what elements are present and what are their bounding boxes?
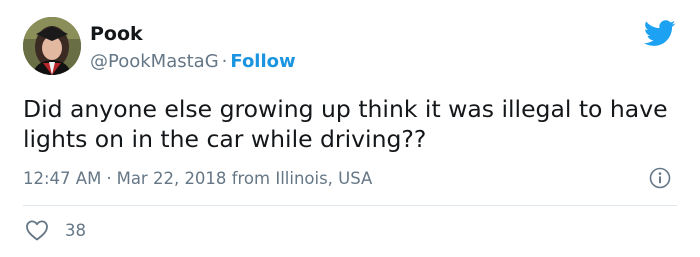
avatar-image	[23, 17, 81, 75]
divider	[23, 205, 677, 206]
like-count: 38	[65, 221, 86, 240]
twitter-bird-icon[interactable]	[644, 20, 676, 47]
tweet-location: from Illinois, USA	[231, 169, 373, 188]
separator-dot: ·	[221, 51, 228, 72]
heart-icon[interactable]	[25, 219, 49, 241]
tweet-text: Did anyone else growing up think it was …	[23, 95, 668, 153]
handle-row: @PookMastaG · Follow	[90, 50, 296, 74]
author-handle[interactable]: @PookMastaG	[90, 51, 219, 72]
author-name[interactable]: Pook	[90, 22, 143, 46]
info-icon[interactable]	[649, 167, 671, 189]
tweet-card: Pook @PookMastaG · Follow Did anyone else …	[0, 0, 700, 257]
tweet-metadata: 12:47 AM · Mar 22, 2018 from Illinois, USA	[23, 168, 372, 190]
follow-button[interactable]: Follow	[230, 51, 295, 72]
tweet-date[interactable]: Mar 22, 2018	[117, 169, 227, 188]
tweet-time[interactable]: 12:47 AM	[23, 169, 101, 188]
separator-dot: ·	[106, 169, 112, 188]
avatar[interactable]	[23, 17, 81, 75]
